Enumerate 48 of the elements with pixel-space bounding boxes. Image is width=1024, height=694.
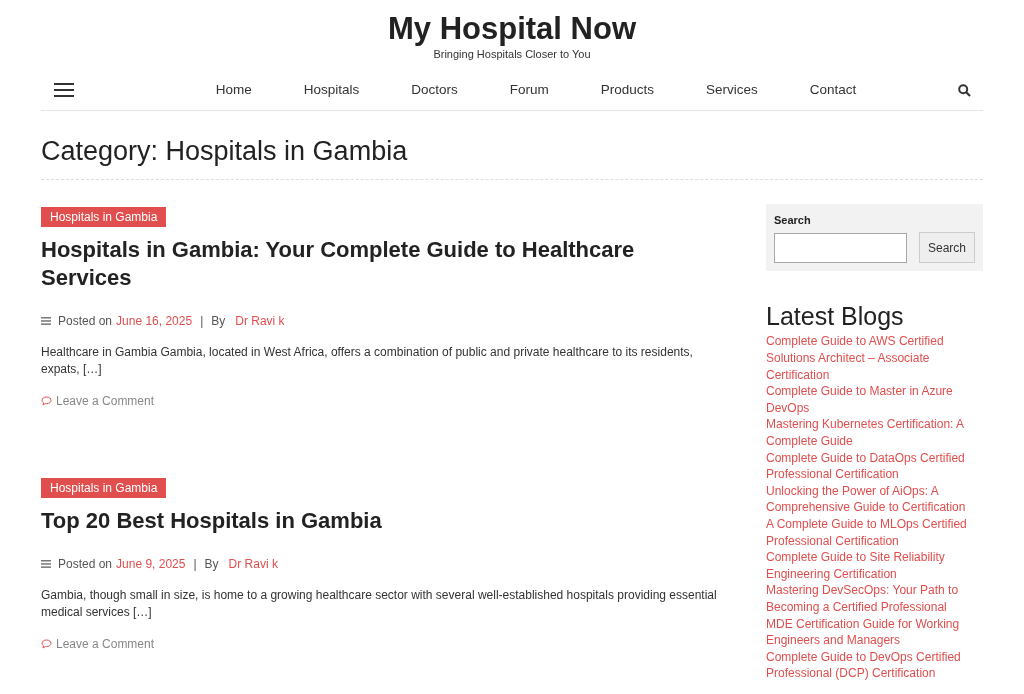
- post-excerpt: Gambia, though small in size, is home to a growing healthcare sector with several well-established hospitals providing essential medical services […]: [41, 587, 718, 621]
- comment-link[interactable]: Leave a Comment: [41, 635, 155, 653]
- post-title[interactable]: Top 20 Best Hospitals in Gambia: [41, 507, 671, 535]
- nav-link[interactable]: Contact: [783, 79, 883, 101]
- blog-link[interactable]: A Complete Guide to MLOps Certified Professional Certification: [766, 516, 983, 550]
- post-title[interactable]: Hospitals in Gambia: Your Complete Guide to Healthcare Services: [41, 236, 671, 292]
- speech-bubble-icon: [41, 639, 52, 649]
- posted-label: Posted on: [58, 313, 113, 330]
- search-label: Search: [774, 214, 811, 226]
- post-date[interactable]: June 9, 2025: [116, 555, 186, 573]
- blog-link[interactable]: Complete Guide to DevOps Certified Professional (DCP) Certification: [766, 648, 983, 682]
- nav-link[interactable]: Products: [574, 79, 681, 101]
- post-excerpt: Healthcare in Gambia Gambia, located in West Africa, offers a combination of public and private healthcare to its residents, expats, […]: [41, 344, 694, 378]
- nav-link[interactable]: Home: [189, 79, 278, 101]
- author-link[interactable]: Dr Ravi k: [235, 312, 285, 330]
- nav-link[interactable]: Forum: [483, 79, 575, 101]
- category-tag[interactable]: Hospitals in Gambia: [41, 207, 167, 227]
- nav-link[interactable]: Doctors: [385, 79, 484, 101]
- tagline: Bringing Hospitals Closer to You: [433, 48, 591, 61]
- blog-link[interactable]: Mastering DevSecOps: Your Path to Becoming a Certified Professional: [766, 582, 983, 616]
- blog-link[interactable]: Unlocking the Power of AiOps: A Comprehensive Guide to Certification: [766, 482, 983, 516]
- search-input[interactable]: [774, 233, 907, 263]
- blog-link[interactable]: Complete Guide to Site Reliability Engineering Certification: [766, 549, 983, 583]
- posted-label: Posted on: [58, 556, 113, 573]
- search-button[interactable]: Search: [918, 232, 975, 264]
- blog-link[interactable]: Complete Guide to AWS Certified Solutions Architect – Associate Certification: [766, 333, 983, 384]
- page-title: Category: Hospitals in Gambia: [41, 134, 983, 180]
- nav-link[interactable]: Services: [680, 79, 784, 101]
- section-heading: Latest Blogs: [766, 301, 905, 332]
- by-label: By: [204, 556, 219, 573]
- by-label: By: [211, 313, 226, 330]
- list-icon: [41, 560, 51, 568]
- blog-link[interactable]: Complete Guide to DataOps Certified Professional Certification: [766, 449, 983, 483]
- list-icon: [41, 317, 51, 325]
- blog-link[interactable]: MDE Certification Guide for Working Engineers and Managers: [766, 615, 983, 649]
- site-title[interactable]: My Hospital Now: [388, 11, 636, 46]
- menu-icon[interactable]: [54, 83, 74, 98]
- blog-link[interactable]: Complete Guide to Master in Azure DevOps: [766, 383, 983, 417]
- comment-link[interactable]: Leave a Comment: [41, 392, 155, 410]
- separator: |: [193, 556, 197, 573]
- nav-link[interactable]: Hospitals: [277, 79, 386, 101]
- speech-bubble-icon: [41, 396, 52, 406]
- post-date[interactable]: June 16, 2025: [116, 312, 193, 330]
- author-link[interactable]: Dr Ravi k: [228, 555, 278, 573]
- blog-link[interactable]: Mastering Kubernetes Certification: A Complete Guide: [766, 416, 983, 450]
- search-icon[interactable]: [958, 83, 971, 97]
- category-tag[interactable]: Hospitals in Gambia: [41, 478, 167, 498]
- separator: |: [200, 313, 204, 330]
